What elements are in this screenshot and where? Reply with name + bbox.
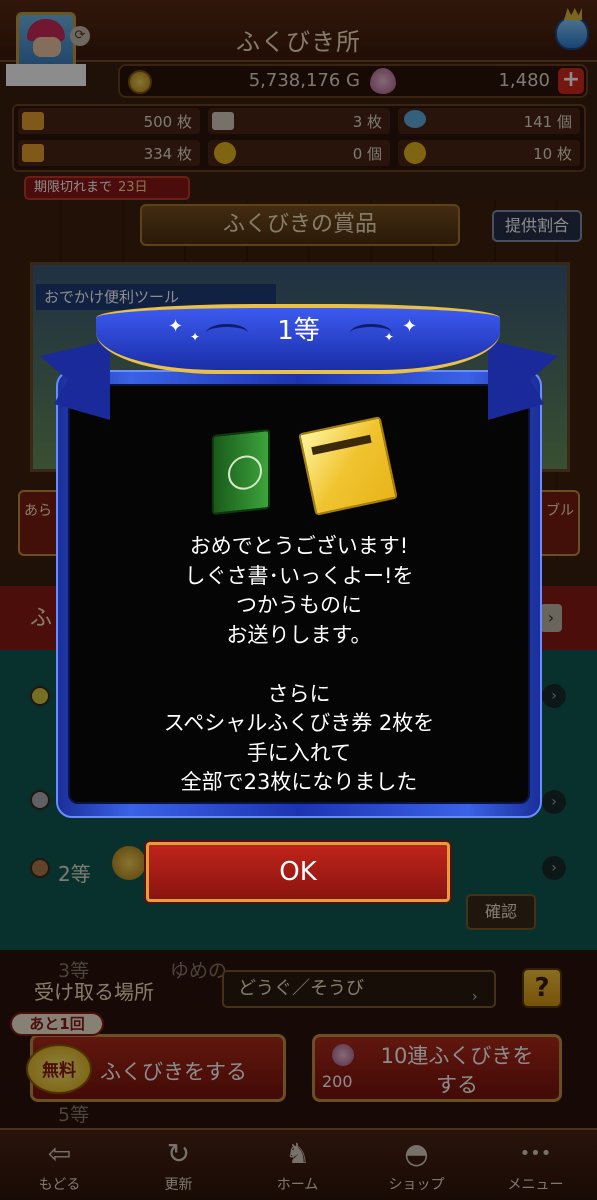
ok-button[interactable]: OK — [146, 842, 450, 902]
rank-title: 1等 — [277, 316, 320, 346]
special-ticket-icon — [298, 416, 398, 516]
result-message: おめでとうございます! しぐさ書･いっくよー!を つかうものに お送りします。 … — [163, 534, 435, 794]
book-item-icon — [212, 428, 270, 516]
